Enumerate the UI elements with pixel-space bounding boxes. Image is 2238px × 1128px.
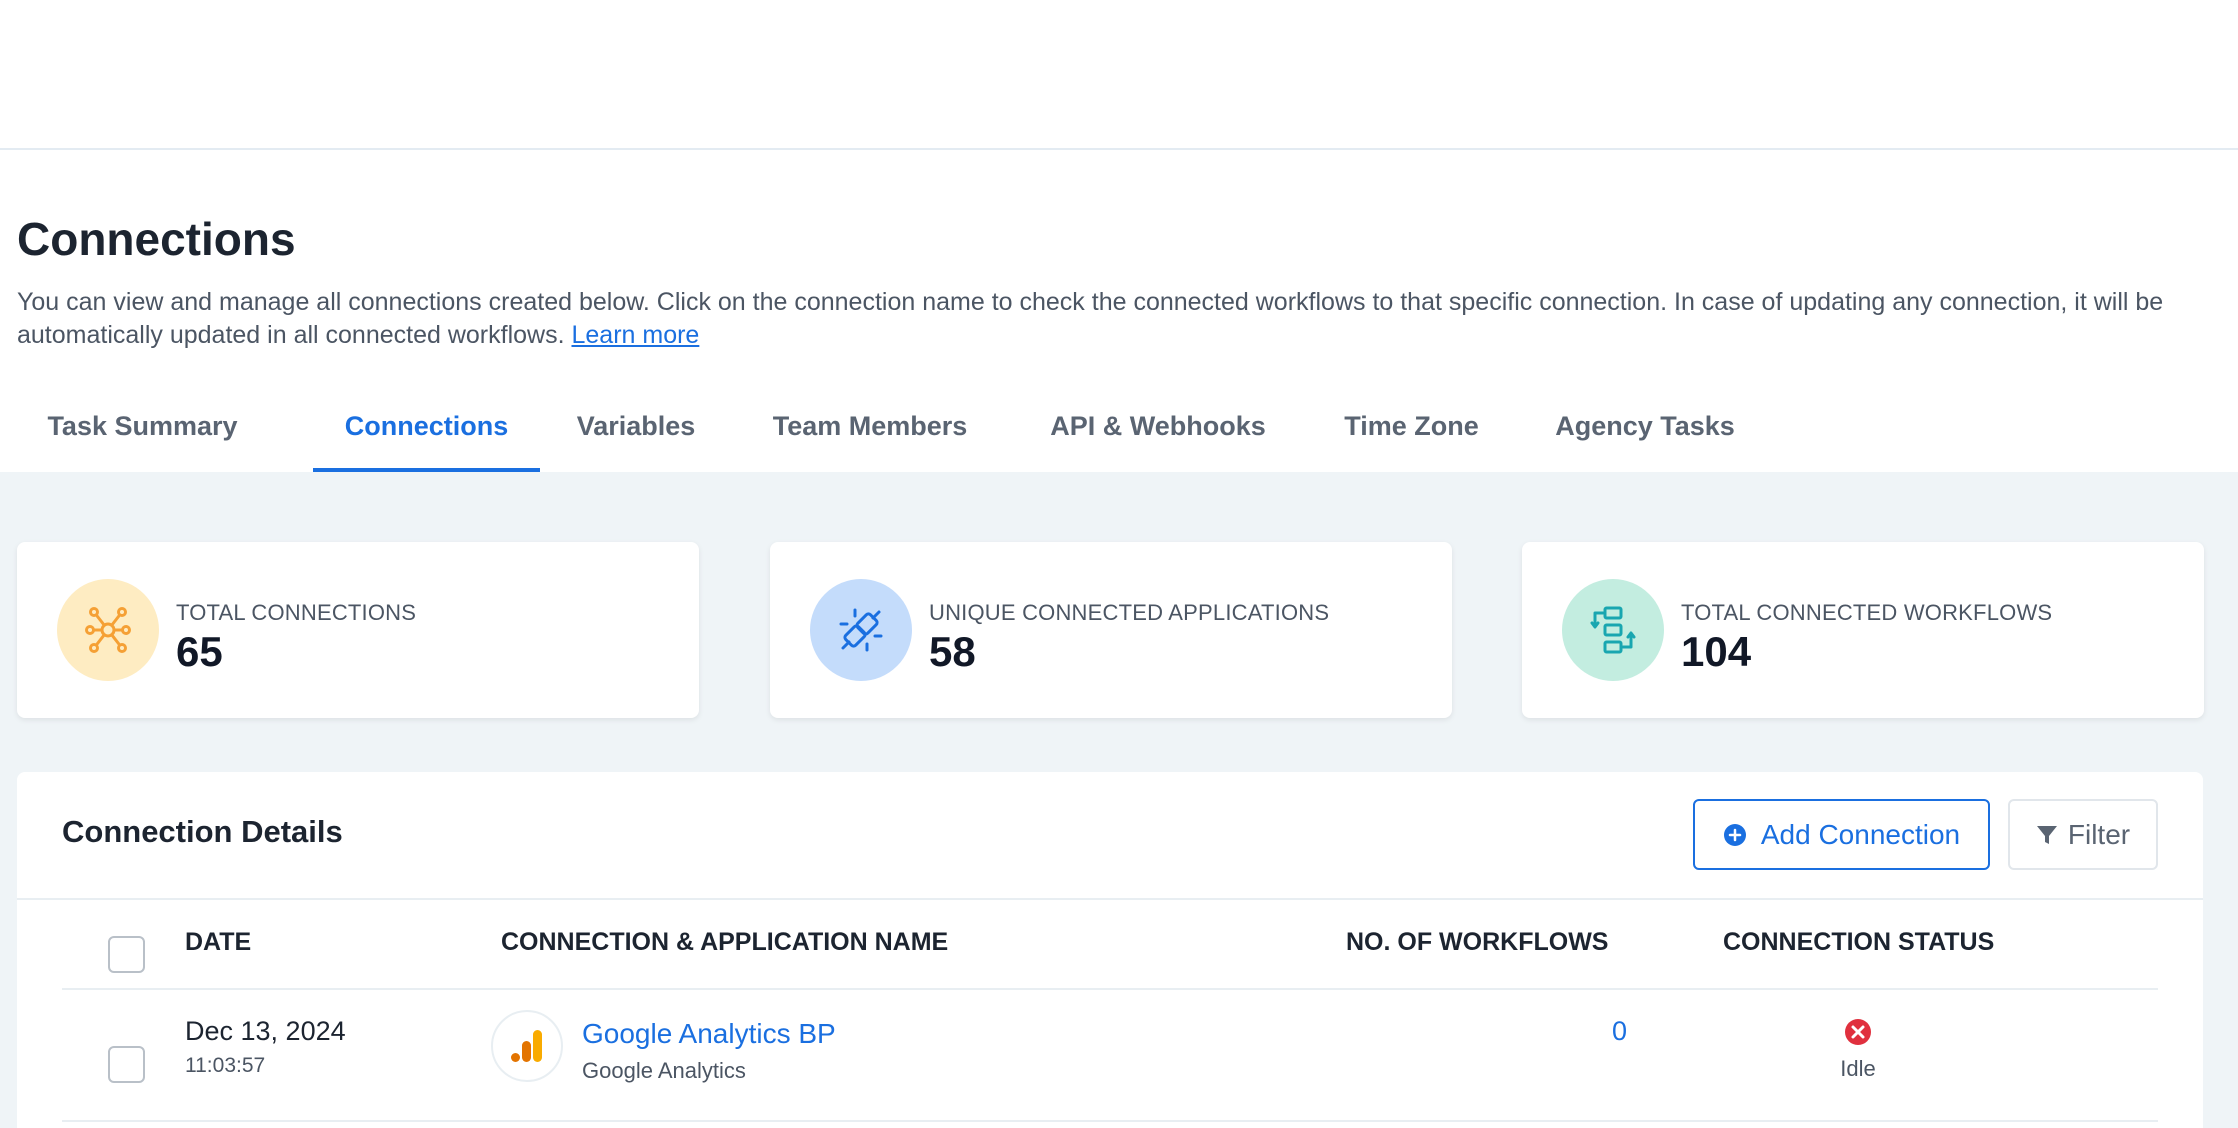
stat-value: 65 [176,628,223,675]
add-connection-button[interactable]: Add Connection [1693,799,1990,870]
select-all-checkbox[interactable] [108,936,145,973]
filter-label: Filter [2067,818,2131,850]
funnel-icon [2036,825,2057,844]
connection-details-card: Connection Details Add Connection Filter… [17,772,2203,1128]
application-name: Google Analytics [582,1058,746,1083]
column-header-status: CONNECTION STATUS [1723,928,1995,956]
stat-label: UNIQUE CONNECTED APPLICATIONS [929,600,1330,625]
stat-card-unique-applications: UNIQUE CONNECTED APPLICATIONS 58 [770,542,1452,718]
tab-api-webhooks[interactable]: API & Webhooks [1008,380,1308,472]
page-description: You can view and manage all connections … [17,286,2217,352]
row-time: 11:03:57 [185,1054,266,1077]
tab-task-summary[interactable]: Task Summary [0,380,285,472]
column-header-connection-name: CONNECTION & APPLICATION NAME [501,928,949,956]
column-header-date: DATE [185,928,252,956]
tab-variables[interactable]: Variables [540,380,732,472]
tab-agency-tasks[interactable]: Agency Tasks [1515,380,1775,472]
row-divider [62,988,2158,990]
stat-card-connected-workflows: TOTAL CONNECTED WORKFLOWS 104 [1522,542,2204,718]
connection-status-text: Idle [1840,1056,1876,1081]
row-date: Dec 13, 2024 [185,1016,346,1046]
page-title: Connections [17,213,296,265]
page-header: Connections You can view and manage all … [0,150,2238,472]
tab-bar: Task Summary Connections Variables Team … [0,380,1775,472]
plus-circle-icon [1723,823,1746,846]
learn-more-link[interactable]: Learn more [571,321,699,349]
content-area: TOTAL CONNECTIONS 65 UNIQUE CONNECTED AP… [0,472,2238,1128]
connection-details-title: Connection Details [62,814,343,849]
row-checkbox[interactable] [108,1046,145,1083]
add-connection-label: Add Connection [1760,818,1961,850]
stat-card-total-connections: TOTAL CONNECTIONS 65 [17,542,699,718]
row-divider [62,1120,2158,1122]
stat-value: 58 [929,628,976,675]
column-header-workflows: NO. OF WORKFLOWS [1346,928,1609,956]
page-description-text: You can view and manage all connections … [17,288,2164,349]
stat-label: TOTAL CONNECTED WORKFLOWS [1681,600,2053,625]
workflow-icon [1562,579,1664,681]
stat-label: TOTAL CONNECTIONS [176,600,417,625]
stat-value: 104 [1681,628,1752,675]
tab-time-zone[interactable]: Time Zone [1308,380,1515,472]
google-analytics-logo-icon [491,1010,563,1082]
workflow-count-link[interactable]: 0 [1577,1016,1627,1047]
plug-icon [810,579,912,681]
tab-connections[interactable]: Connections [313,380,540,472]
network-icon [57,579,159,681]
header-divider [17,898,2203,900]
tab-team-members[interactable]: Team Members [732,380,1008,472]
top-bar [0,0,2238,150]
connection-name-link[interactable]: Google Analytics BP [582,1018,836,1050]
filter-button[interactable]: Filter [2008,799,2158,870]
error-circle-icon [1845,1019,1871,1045]
